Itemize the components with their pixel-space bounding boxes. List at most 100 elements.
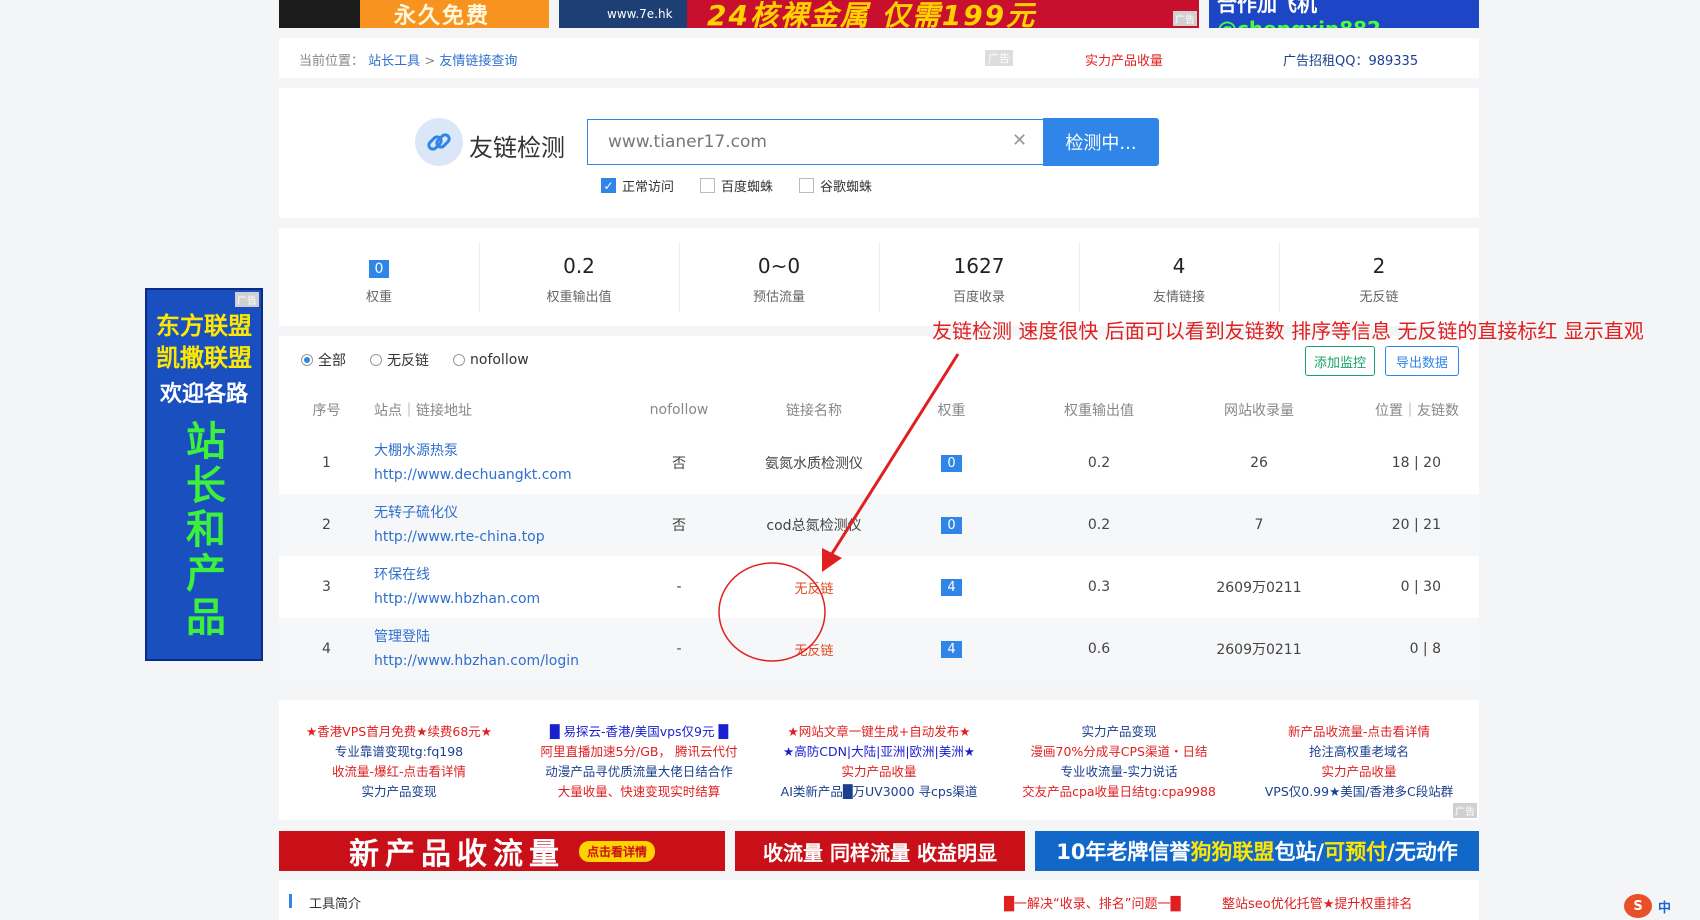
ad-line[interactable]: ★高防CDN|大陆|亚洲|欧洲|美洲★ [759,742,999,762]
ad-column[interactable]: ★香港VPS首月免费★续费68元★ 专业靠谱变现tg:fq198 收流量-爆红-点击… [279,722,519,802]
site-url-link[interactable]: http://www.dechuangkt.com [374,463,619,487]
ad-column[interactable]: █ 易探云-香港/美国vps仅9元 █ 阿里直播加速5分/GB， 腾讯云代付 动漫产… [519,722,759,802]
ime-indicator[interactable]: S 中 [1624,894,1671,918]
ad-column[interactable]: ★网站文章一键生成+自动发布★ ★高防CDN|大陆|亚洲|欧洲|美洲★ 实力产品收量… [759,722,999,802]
top-banner-ad-1[interactable]: 永久免费 [279,0,549,28]
no-backlink-label: 无反链 [794,643,834,659]
option-baidu-spider[interactable]: 百度蜘蛛 [700,176,773,195]
ad-line[interactable]: 阿里直播加速5分/GB， 腾讯云代付 [519,742,759,762]
ad-line[interactable]: 专业靠谱变现tg:fq198 [279,742,519,762]
table-row: 2 无转子硫化仪 http://www.rte-china.top 否 cod总氮… [279,494,1479,556]
sogou-icon: S [1624,894,1652,918]
weight-badge: 4 [941,578,962,596]
ad-line[interactable]: 实力产品变现 [999,722,1239,742]
ad-tag: 广告 [985,50,1013,66]
option-google-spider[interactable]: 谷歌蜘蛛 [799,176,872,195]
link-icon [415,118,463,166]
breadcrumb: 当前位置： 站长工具 > 友情链接查询 [299,54,518,69]
domain-input[interactable]: www.tianer17.com [587,119,1047,165]
site-url-link[interactable]: http://www.rte-china.top [374,525,619,549]
ad-line[interactable]: ★香港VPS首月免费★续费68元★ [279,722,519,742]
ad-line[interactable]: 交友产品cpa收量日结tg:cpa9988 [999,782,1239,802]
ad-line[interactable]: █ 易探云-香港/美国vps仅9元 █ [519,722,759,742]
site-url-link[interactable]: http://www.hbzhan.com/login [374,649,619,673]
table-row: 4 管理登陆 http://www.hbzhan.com/login - 无反链 … [279,618,1479,680]
no-backlink-label: 无反链 [794,581,834,597]
checkbox-checked[interactable]: ✓ [601,178,616,193]
ad-line[interactable]: 抢注高权重老域名 [1239,742,1479,762]
banner-button: 点击看详情 [578,840,655,862]
radio[interactable] [453,354,465,366]
ad-contact-link[interactable]: 广告招租QQ：989335 [1283,50,1418,69]
ad-line[interactable]: AI类新产品█万UV3000 寻cps渠道 [759,782,999,802]
section-title: 工具简介 [309,897,362,912]
ad-line[interactable]: 实力产品收量 [1239,762,1479,782]
breadcrumb-home-link[interactable]: 站长工具 [368,54,420,69]
top-banner-ad-3[interactable]: 合作加飞机@chengxin882 [1209,0,1479,28]
tool-title: 友链检测 [469,134,565,162]
text-ad-link[interactable]: 实力产品收量 [1085,50,1163,69]
annotation-text: 友链检测 速度很快 后面可以看到友链数 排序等信息 无反链的直接标红 显示直观 [932,319,1644,343]
filter-nofollow[interactable]: nofollow [453,350,529,370]
clear-icon[interactable]: ✕ [1012,130,1027,151]
stat-baidu-index: 1627 百度收录 [952,254,1005,305]
search-panel: 友链检测 www.tianer17.com ✕ 检测中... ✓ 正常访问 百度蜘… [279,88,1479,218]
results-panel: 全部 无反链 nofollow 添加监控 导出数据 序号 站点｜链接地址 nof… [279,336,1479,680]
ad-tag: 广告 [235,292,259,307]
radio-checked[interactable] [301,354,313,366]
filter-all[interactable]: 全部 [301,350,346,370]
site-name-link[interactable]: 管理登陆 [374,625,619,649]
banner-text: 24核裸金属 仅需199元 [707,0,1037,28]
weight-badge: 0 [368,260,390,278]
bottom-banner-ad-1[interactable]: 新产品收流量 点击看详情 [279,831,725,871]
checkbox[interactable] [700,178,716,193]
banner-text: 永久免费 [394,4,491,28]
top-banner-ad-2[interactable]: www.7e.hk 24核裸金属 仅需199元 广告 [559,0,1199,28]
site-name-link[interactable]: 环保在线 [374,563,619,587]
bottom-banner-ad-3[interactable]: 10年老牌信誉 狗狗联盟 包站/可预付/无动作 [1035,831,1479,871]
ad-line[interactable]: 专业收流量-实力说话 [999,762,1239,782]
ad-line[interactable]: ★网站文章一键生成+自动发布★ [759,722,999,742]
ad-line[interactable]: 新产品收流量-点击看详情 [1239,722,1479,742]
ad-line[interactable]: 漫画70%分成寻CPS渠道・日结 [999,742,1239,762]
checkbox[interactable] [799,178,815,193]
ad-column[interactable]: 新产品收流量-点击看详情 抢注高权重老域名 实力产品收量 VPS仅0.99★美国/香港… [1239,722,1479,802]
ad-line[interactable]: 实力产品收量 [759,762,999,782]
stat-friend-links: 4 友情链接 [1152,254,1205,305]
add-monitor-button[interactable]: 添加监控 [1305,346,1375,376]
ad-tag: 广告 [1453,803,1477,818]
option-normal[interactable]: ✓ 正常访问 [601,176,674,195]
weight-badge: 4 [941,640,962,658]
text-ad-link[interactable]: █一解决“收录、排名”问题一█ [1004,893,1180,912]
table-row: 3 环保在线 http://www.hbzhan.com - 无反链 4 0.3 … [279,556,1479,618]
site-name-link[interactable]: 大棚水源热泵 [374,439,619,463]
banner-text: 合作加飞机@chengxin882 [1217,0,1381,28]
site-url-link[interactable]: http://www.hbzhan.com [374,587,619,611]
banner-site: www.7e.hk [607,7,673,21]
ad-line[interactable]: 收流量-爆红-点击看详情 [279,762,519,782]
export-data-button[interactable]: 导出数据 [1385,346,1459,376]
radio[interactable] [370,354,382,366]
text-ad-link[interactable]: 整站seo优化托管★提升权重排名 [1222,893,1412,912]
ad-line[interactable]: 大量收量、快速变现实时结算 [519,782,759,802]
breadcrumb-current-link[interactable]: 友情链接查询 [439,54,517,69]
stat-traffic: 0~0 预估流量 [752,254,805,305]
ad-line[interactable]: 动漫产品寻优质流量大佬日结合作 [519,762,759,782]
side-banner-ad[interactable]: 广告 东方联盟 凯撒联盟 欢迎各路 站长和产品 咨询 [145,288,263,661]
weight-badge: 0 [941,454,962,472]
tool-intro-bar: 工具简介 █一解决“收录、排名”问题一█ 整站seo优化托管★提升权重排名 [279,880,1479,920]
filter-no-backlink[interactable]: 无反链 [370,350,429,370]
stats-panel: 0 权重 0.2 权重输出值 0~0 预估流量 1627 百度收录 4 友情链接 2 无反链 [279,228,1479,326]
ad-tag: 广告 [1173,11,1197,26]
check-button[interactable]: 检测中... [1043,118,1159,166]
stat-no-backlink: 2 无反链 [1359,254,1399,305]
ad-column[interactable]: 实力产品变现 漫画70%分成寻CPS渠道・日结 专业收流量-实力说话 交友产品cpa收… [999,722,1239,802]
bottom-banner-ad-2[interactable]: 收流量 同样流量 收益明显 [735,831,1025,871]
text-ad-grid: ★香港VPS首月免费★续费68元★ 专业靠谱变现tg:fq198 收流量-爆红-点击… [279,700,1479,820]
ad-line[interactable]: 实力产品变现 [279,782,519,802]
site-name-link[interactable]: 无转子硫化仪 [374,501,619,525]
ad-line[interactable]: VPS仅0.99★美国/香港多C段站群 [1239,782,1479,802]
weight-badge: 0 [941,516,962,534]
table-header: 序号 站点｜链接地址 nofollow 链接名称 权重 权重输出值 网站收录量 … [312,402,1460,419]
breadcrumb-bar: 当前位置： 站长工具 > 友情链接查询 广告 实力产品收量 广告招租QQ：989… [279,38,1479,78]
